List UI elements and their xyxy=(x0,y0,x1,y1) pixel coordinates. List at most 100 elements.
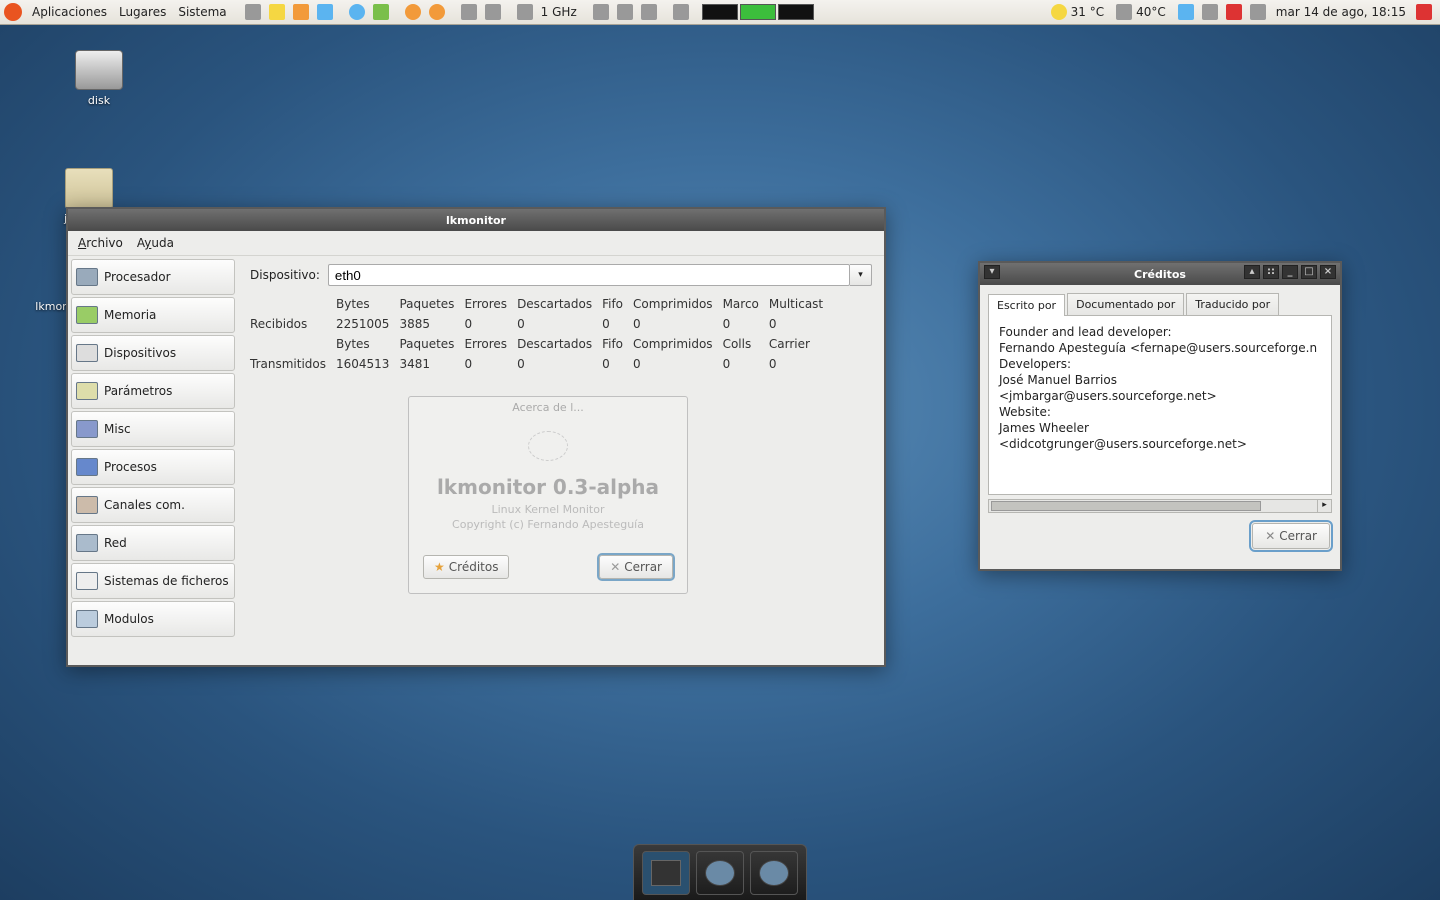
volume-icon[interactable] xyxy=(1248,3,1268,21)
window-rollup-button[interactable]: ▴ xyxy=(1244,265,1260,279)
bottom-dock xyxy=(633,844,807,900)
window-ontop-button[interactable]: :: xyxy=(1263,265,1279,279)
tray-winlist1-icon[interactable] xyxy=(591,3,611,21)
window-menu-button[interactable]: ▾ xyxy=(984,265,1000,279)
about-credits-button[interactable]: ★ Créditos xyxy=(423,555,509,579)
sidebar-item-dispositivos[interactable]: Dispositivos xyxy=(71,335,235,371)
tray-firefox-icon[interactable] xyxy=(403,3,423,21)
sidebar-item-misc[interactable]: Misc xyxy=(71,411,235,447)
processes-icon xyxy=(76,458,98,476)
tray-lock-icon[interactable] xyxy=(267,3,287,21)
dock-item-lkmonitor-1[interactable] xyxy=(696,851,744,895)
dock-item-lkmonitor-2[interactable] xyxy=(750,851,798,895)
sidebar-item-red[interactable]: Red xyxy=(71,525,235,561)
about-sub1: Linux Kernel Monitor xyxy=(423,503,673,516)
window-minimize-button[interactable]: _ xyxy=(1282,265,1298,279)
window-maximize-button[interactable]: □ xyxy=(1301,265,1317,279)
device-combo-button[interactable]: ▾ xyxy=(850,264,872,286)
cpu-freq-label: 1 GHz xyxy=(537,5,581,19)
cpu-bar-1 xyxy=(702,4,738,20)
row-tx-label: Transmitidos xyxy=(250,354,336,374)
clock-label[interactable]: mar 14 de ago, 18:15 xyxy=(1270,5,1412,19)
lk-title-text: lkmonitor xyxy=(446,214,506,227)
lkmonitor-window: lkmonitor Archivo Ayuda Procesador Memor… xyxy=(66,207,886,667)
tray-compass-icon[interactable] xyxy=(315,3,335,21)
device-label: Dispositivo: xyxy=(250,268,320,282)
ram-icon xyxy=(76,306,98,324)
weather-icon[interactable] xyxy=(1049,3,1069,21)
tray-browser-icon[interactable] xyxy=(427,3,447,21)
top-panel: Aplicaciones Lugares Sistema 1 GHz 31 °C… xyxy=(0,0,1440,25)
row-recv-label: Recibidos xyxy=(250,314,336,334)
tray-monitor-icon[interactable] xyxy=(243,3,263,21)
about-title: lkmonitor 0.3-alpha xyxy=(423,475,673,499)
cpu-bar-3 xyxy=(778,4,814,20)
screen-icon xyxy=(76,420,98,438)
tray-ruby-icon[interactable] xyxy=(1224,3,1244,21)
sidebar-item-modulos[interactable]: Modulos xyxy=(71,601,235,637)
menu-system[interactable]: Sistema xyxy=(172,5,232,19)
channels-icon xyxy=(76,496,98,514)
credits-text-area: Founder and lead developer: Fernando Ape… xyxy=(988,315,1332,495)
about-titlebar[interactable]: Acerca de l... xyxy=(409,401,687,414)
sidebar-item-filesystems[interactable]: Sistemas de ficheros xyxy=(71,563,235,599)
tray-winlist3-icon[interactable] xyxy=(639,3,659,21)
logout-icon[interactable] xyxy=(1414,3,1434,21)
page-icon xyxy=(76,572,98,590)
credits-h-scrollbar[interactable]: ▸ xyxy=(988,499,1332,513)
lk-sidebar: Procesador Memoria Dispositivos Parámetr… xyxy=(68,256,238,665)
tray-trash-icon[interactable] xyxy=(671,3,691,21)
desktop-icon-disk[interactable]: disk xyxy=(54,50,144,107)
tray-cpu-icon[interactable] xyxy=(515,3,535,21)
tab-escrito-por[interactable]: Escrito por xyxy=(988,294,1065,316)
close-icon: ✕ xyxy=(610,560,620,574)
hdd-temp-icon[interactable] xyxy=(1114,3,1134,21)
credits-window: ▾ Créditos ▴ :: _ □ × Escrito por Docume… xyxy=(978,261,1342,571)
close-icon: ✕ xyxy=(1265,529,1275,543)
tray-doc-icon[interactable] xyxy=(459,3,479,21)
sidebar-item-canales[interactable]: Canales com. xyxy=(71,487,235,523)
about-logo-icon xyxy=(528,431,568,461)
cpu-bar-2 xyxy=(740,4,776,20)
credits-tabs: Escrito por Documentado por Traducido po… xyxy=(980,285,1340,315)
credits-titlebar[interactable]: ▾ Créditos ▴ :: _ □ × xyxy=(980,263,1340,285)
credits-close-button[interactable]: ✕ Cerrar xyxy=(1252,523,1330,549)
temp1-label: 31 °C xyxy=(1071,5,1104,19)
tray-note-icon[interactable] xyxy=(1176,3,1196,21)
menu-apps[interactable]: Aplicaciones xyxy=(26,5,113,19)
tray-globe-icon[interactable] xyxy=(483,3,503,21)
menu-places[interactable]: Lugares xyxy=(113,5,172,19)
temp2-label: 40°C xyxy=(1136,5,1166,19)
scrollbar-right-arrow[interactable]: ▸ xyxy=(1317,500,1331,512)
menu-ayuda[interactable]: Ayuda xyxy=(137,236,174,250)
tab-traducido-por[interactable]: Traducido por xyxy=(1186,293,1279,315)
menu-archivo[interactable]: Archivo xyxy=(78,236,123,250)
about-dialog: Acerca de l... lkmonitor 0.3-alpha Linux… xyxy=(408,396,688,594)
cpu-chip-icon xyxy=(76,268,98,286)
about-close-button[interactable]: ✕ Cerrar xyxy=(599,555,673,579)
tab-documentado-por[interactable]: Documentado por xyxy=(1067,293,1184,315)
lk-menubar: Archivo Ayuda xyxy=(68,231,884,256)
distro-icon[interactable] xyxy=(4,3,22,21)
tray-winlist2-icon[interactable] xyxy=(615,3,635,21)
tray-glasses-icon[interactable] xyxy=(1200,3,1220,21)
sidebar-item-memoria[interactable]: Memoria xyxy=(71,297,235,333)
about-sub2: Copyright (c) Fernando Apesteguía xyxy=(423,518,673,531)
terminal-icon xyxy=(651,860,681,886)
tray-people-icon[interactable] xyxy=(371,3,391,21)
tray-skype-icon[interactable] xyxy=(347,3,367,21)
lkmonitor-icon xyxy=(759,860,789,886)
sidebar-item-parametros[interactable]: Parámetros xyxy=(71,373,235,409)
lk-titlebar[interactable]: lkmonitor xyxy=(68,209,884,231)
device-input[interactable] xyxy=(328,264,850,286)
lk-content: Dispositivo: ▾ Bytes Paquetes Errores De… xyxy=(238,256,884,665)
desktop-icon-label: disk xyxy=(54,94,144,107)
dock-item-terminal[interactable] xyxy=(642,851,690,895)
tray-art-icon[interactable] xyxy=(291,3,311,21)
sidebar-item-procesador[interactable]: Procesador xyxy=(71,259,235,295)
lkmonitor-icon xyxy=(705,860,735,886)
sidebar-item-procesos[interactable]: Procesos xyxy=(71,449,235,485)
window-close-button[interactable]: × xyxy=(1320,265,1336,279)
scrollbar-thumb[interactable] xyxy=(991,501,1261,511)
hdd-icon xyxy=(76,344,98,362)
